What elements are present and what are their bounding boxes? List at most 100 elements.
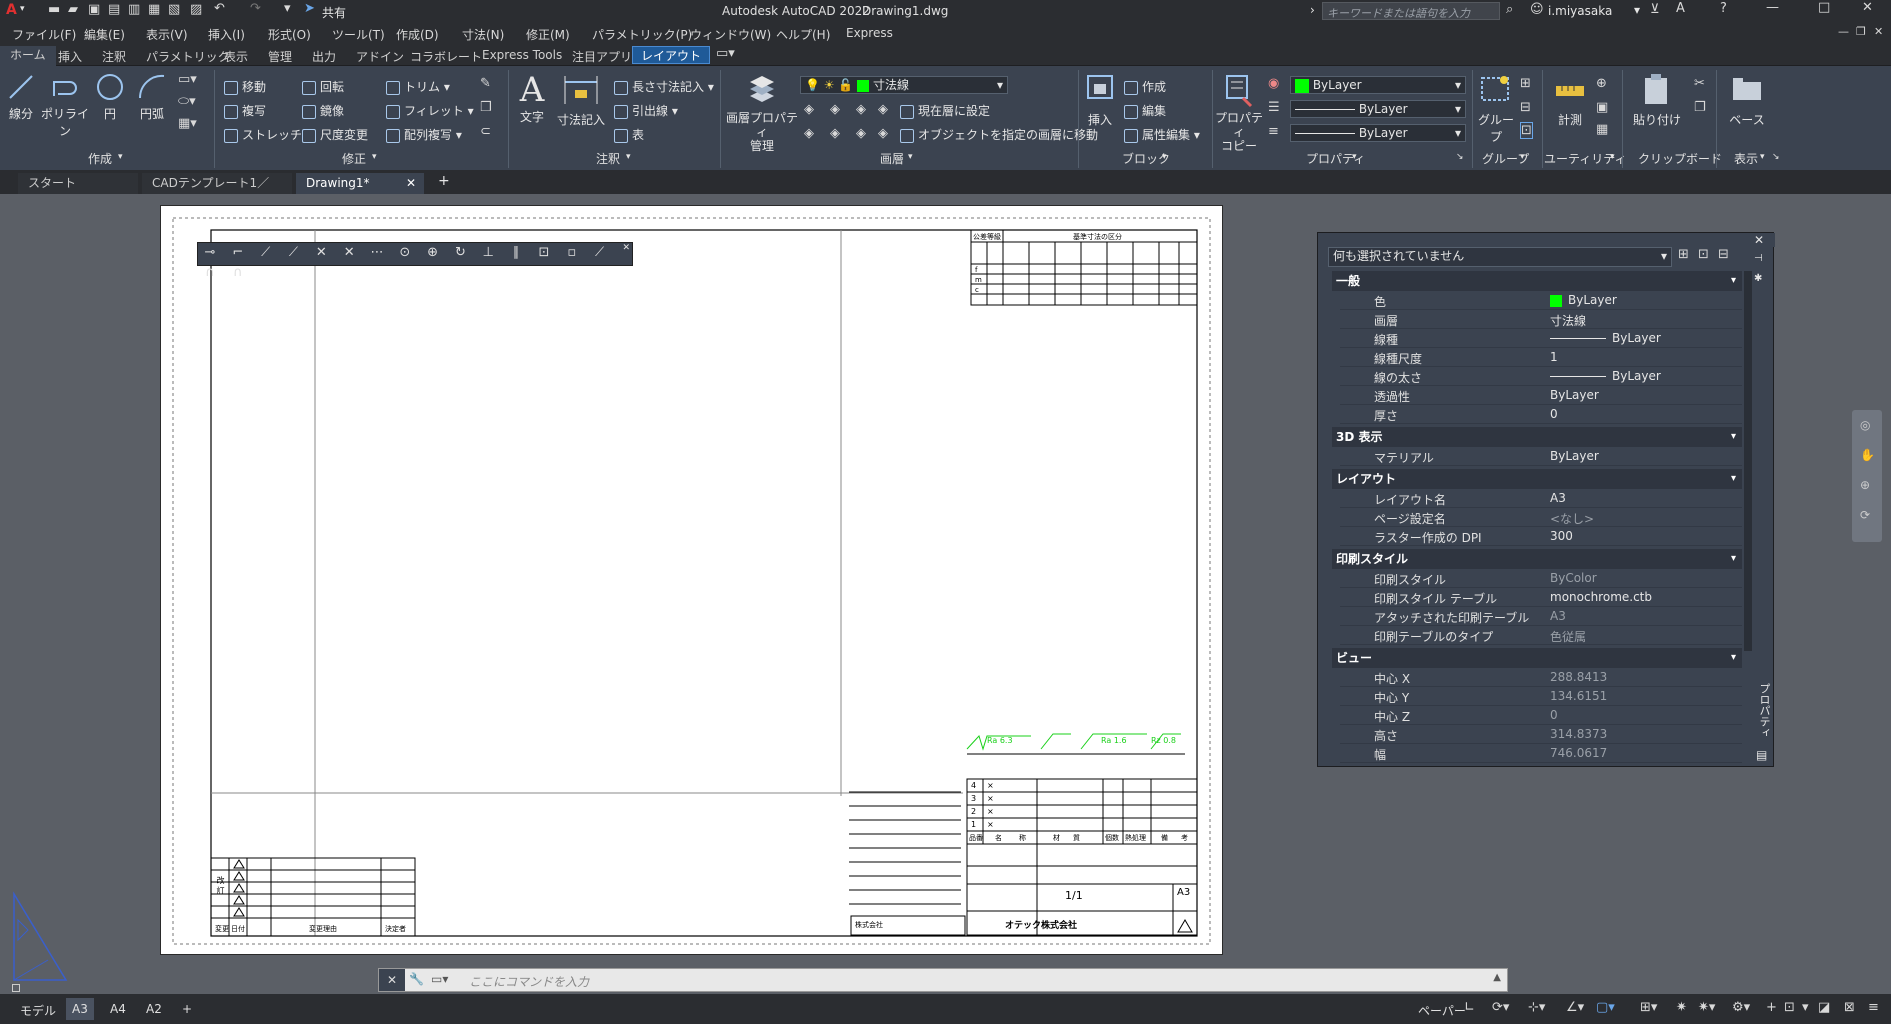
property-value-cell[interactable]: ByLayer [1550, 293, 1617, 307]
search-icon[interactable]: ⌕ [1506, 2, 1513, 17]
draw-panel-expand-icon[interactable]: ▾ [118, 152, 123, 162]
close-window-icon[interactable]: ✕ [1862, 0, 1873, 15]
section-collapse-chevron-icon[interactable]: ▾ [1731, 648, 1736, 668]
layer-tool-icon[interactable]: ◈ [804, 126, 814, 141]
palette-menu-icon[interactable]: ▤ [1756, 748, 1767, 762]
leader-button[interactable]: 引出線 ▾ [614, 102, 678, 119]
palette-pin-icon[interactable]: ⊣ [1754, 253, 1763, 264]
rectangle-icon[interactable]: ▭▾ [178, 72, 197, 87]
tab-layout[interactable]: レイアウト [632, 46, 711, 64]
explode-icon[interactable]: ❒ [480, 100, 492, 115]
tab-view[interactable]: 表示 [224, 48, 248, 65]
draw-panel-title[interactable]: 作成 [88, 150, 112, 167]
calculator-icon[interactable]: ▦ [1596, 122, 1608, 137]
save-as-icon[interactable]: ▤ [108, 2, 120, 17]
menu-express[interactable]: Express [846, 26, 893, 40]
snap-tool-icon[interactable]: ⟋ [283, 243, 303, 263]
doc-minimize-icon[interactable]: — [1838, 25, 1849, 38]
annotation-scale-icon[interactable]: ✷▾ [1698, 1000, 1715, 1015]
user-name[interactable]: i.miyasaka [1548, 4, 1612, 18]
tab-express-tools[interactable]: Express Tools [482, 48, 562, 62]
lineweight-icon[interactable]: ≡ [1268, 124, 1279, 139]
cart-icon[interactable]: ⊻ [1650, 2, 1660, 17]
array-button[interactable]: 配列複写 ▾ [386, 126, 462, 143]
base-view-button[interactable]: ベース [1724, 72, 1770, 128]
quick-select-palette-icon[interactable]: ⊟ [1718, 247, 1729, 262]
property-row[interactable]: 線の太さ ByLayer [1340, 367, 1742, 386]
property-row[interactable]: 厚さ 0 [1340, 405, 1742, 424]
snap-tool-icon[interactable]: ✕ [311, 243, 331, 263]
property-row[interactable]: 中心 Z 0 [1340, 706, 1742, 725]
annotation-panel-expand-icon[interactable]: ▾ [626, 152, 631, 162]
property-value-cell[interactable]: ByLayer [1550, 369, 1661, 383]
property-row[interactable]: ラスター作成の DPI 300 [1340, 527, 1742, 546]
group-edit-icon[interactable]: ⊟ [1520, 100, 1531, 115]
measure-button[interactable]: 計測 [1548, 72, 1592, 128]
property-value-cell[interactable]: A3 [1550, 609, 1566, 623]
layout-tab-a3[interactable]: A3 [66, 998, 94, 1020]
search-box[interactable]: キーワードまたは語句を入力 [1322, 2, 1500, 20]
property-row[interactable]: 中心 Y 134.6151 [1340, 687, 1742, 706]
set-current-layer-button[interactable]: 現在層に設定 [900, 102, 990, 119]
save-icon[interactable]: ▣ [88, 2, 100, 17]
linear-dim-button[interactable]: 長さ寸法記入 ▾ [614, 78, 714, 95]
isodraft-icon[interactable]: ∠▾ [1566, 1000, 1584, 1015]
view-panel-launcher-icon[interactable]: ↘ [1772, 152, 1780, 162]
undo-icon[interactable]: ↶ [214, 1, 225, 16]
create-block-button[interactable]: 作成 [1124, 78, 1166, 95]
select-all-icon[interactable]: ▣ [1596, 100, 1608, 115]
mirror-button[interactable]: 鏡像 [302, 102, 344, 119]
property-row[interactable]: 中心 X 288.8413 [1340, 668, 1742, 687]
copy-clip-icon[interactable]: ❐ [1694, 100, 1706, 115]
polar-icon[interactable]: ⟳▾ [1492, 1000, 1509, 1015]
snap-tool-icon[interactable]: ⊥ [478, 243, 498, 263]
layout-tab-a2[interactable]: A2 [146, 1002, 162, 1016]
properties-panel-expand-icon[interactable]: ▾ [1352, 152, 1357, 162]
property-value-cell[interactable]: 0 [1550, 708, 1558, 722]
property-value-cell[interactable]: 300 [1550, 529, 1573, 543]
property-section-header[interactable]: 一般 ▾ [1332, 271, 1742, 291]
selection-dropdown[interactable]: 何も選択されていません ▾ [1328, 247, 1672, 267]
snap-tool-icon[interactable]: ▫ [562, 243, 582, 263]
doc-restore-icon[interactable]: ❐ [1856, 25, 1866, 38]
property-row[interactable]: 印刷スタイル ByColor [1340, 569, 1742, 588]
move-button[interactable]: 移動 [224, 78, 266, 95]
osnap-tracking-icon[interactable]: ⊹▾ [1528, 1000, 1545, 1015]
menu-tools[interactable]: ツール(T) [332, 26, 385, 43]
tab-featured-apps[interactable]: 注目アプリ [572, 48, 632, 65]
selection-cycling-icon[interactable]: ⊞▾ [1640, 1000, 1657, 1015]
snap-tool-icon[interactable]: ⊕ [423, 243, 443, 263]
share-icon[interactable]: ➤ [304, 1, 315, 16]
help-icon[interactable]: ? [1720, 1, 1727, 16]
menu-insert[interactable]: 挿入(I) [208, 26, 245, 43]
property-value-cell[interactable]: 134.6151 [1550, 689, 1607, 703]
property-section-header[interactable]: 3D 表示 ▾ [1332, 427, 1742, 447]
new-file-icon[interactable]: ▬ [48, 2, 60, 17]
group-select-icon[interactable]: ⊡ [1520, 122, 1533, 139]
property-section-header[interactable]: レイアウト ▾ [1332, 469, 1742, 489]
palette-titlebar[interactable] [1318, 233, 1775, 247]
property-row[interactable]: 印刷スタイル テーブル monochrome.ctb [1340, 588, 1742, 607]
hatch-icon[interactable]: ▦▾ [178, 116, 197, 131]
property-value-cell[interactable]: ByColor [1550, 571, 1597, 585]
ribbon-minimize-icon[interactable]: ▭▾ [716, 46, 735, 61]
redo-icon[interactable]: ↷ [250, 1, 261, 16]
autodesk-a360-icon[interactable]: A [1676, 1, 1685, 16]
tab-insert[interactable]: 挿入 [58, 48, 82, 65]
snap-tool-icon[interactable]: ⌐ [228, 243, 248, 263]
property-row[interactable]: 色 ByLayer [1340, 291, 1742, 310]
property-section-header[interactable]: ビュー ▾ [1332, 648, 1742, 668]
property-row[interactable]: マテリアル ByLayer [1340, 447, 1742, 466]
color-dropdown[interactable]: ByLayer ▾ [1290, 76, 1466, 94]
ortho-icon[interactable]: ∟ [1464, 1000, 1475, 1015]
annotation-panel-title[interactable]: 注釈 [596, 150, 620, 167]
property-row[interactable]: レイアウト名 A3 [1340, 489, 1742, 508]
menu-file[interactable]: ファイル(F) [12, 26, 76, 43]
fillet-button[interactable]: フィレット ▾ [386, 102, 474, 119]
publish-icon[interactable]: ▧ [168, 2, 180, 17]
command-close-icon[interactable]: ✕ [379, 969, 405, 991]
steering-wheel-icon[interactable]: ◎ [1860, 418, 1870, 432]
tab-addins[interactable]: アドイン [356, 48, 404, 65]
match-properties-button[interactable]: プロパティ コピー [1214, 72, 1264, 153]
menu-view[interactable]: 表示(V) [146, 26, 188, 43]
